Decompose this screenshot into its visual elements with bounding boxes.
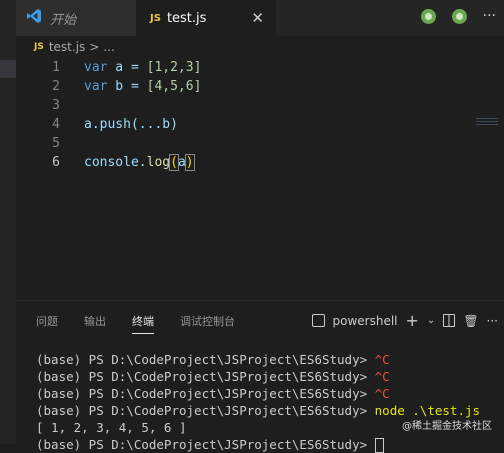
more-actions-icon[interactable]: ···	[483, 9, 496, 24]
command: ^C	[374, 369, 390, 384]
watermark: @稀土掘金技术社区	[402, 421, 492, 432]
editor-actions: ···	[420, 9, 496, 24]
code-text: console.	[84, 155, 147, 170]
array-literal: [4,5,6]	[146, 79, 202, 94]
minimap[interactable]	[476, 118, 498, 134]
js-file-icon: JS	[34, 42, 44, 52]
code-line: 6 console.log(a)	[16, 153, 504, 172]
chevron-down-icon[interactable]: ⌄	[427, 315, 435, 326]
line-number: 3	[52, 98, 60, 113]
bracket: (	[169, 154, 179, 171]
code-line: 1 var a = [1,2,3]	[16, 58, 504, 77]
trash-icon[interactable]: 🗑	[463, 314, 478, 328]
shell-name[interactable]: powershell	[333, 314, 398, 328]
prompt: (base) PS D:\CodeProject\JSProject\ES6St…	[36, 369, 375, 384]
array-literal: [1,2,3]	[146, 60, 202, 75]
line-number: 6	[52, 155, 60, 170]
prompt: (base) PS D:\CodeProject\JSProject\ES6St…	[36, 386, 375, 401]
function-name: log	[146, 155, 171, 170]
argument: a	[177, 155, 186, 170]
extension-icon[interactable]	[420, 9, 436, 24]
code-line: 2 var b = [4,5,6]	[16, 77, 504, 96]
line-number: 5	[52, 136, 60, 151]
command: node .\test.js	[374, 403, 481, 418]
close-icon[interactable]: ✕	[251, 9, 264, 27]
terminal-icon	[311, 314, 325, 327]
tab-test-js[interactable]: JS test.js ✕	[136, 0, 276, 36]
tab-start[interactable]: 开始	[16, 0, 136, 36]
extension-icon[interactable]	[451, 9, 467, 24]
breadcrumb: JS test.js > ...	[16, 36, 504, 58]
selected-item	[0, 60, 16, 78]
line-number: 1	[52, 60, 60, 75]
split-icon[interactable]	[443, 314, 456, 327]
activity-strip	[0, 0, 16, 444]
terminal-line: (base) PS D:\CodeProject\JSProject\ES6St…	[36, 385, 500, 402]
prompt: (base) PS D:\CodeProject\JSProject\ES6St…	[36, 352, 375, 367]
tab-label: test.js	[166, 10, 207, 26]
breadcrumb-separator: >	[89, 40, 100, 54]
cursor	[374, 438, 384, 453]
plus-icon[interactable]: +	[406, 311, 419, 330]
bottom-panel: 问题 输出 终端 调试控制台 powershell + ⌄ 🗑 ··· (bas…	[16, 300, 504, 453]
command: ^C	[374, 352, 390, 367]
panel-toolbar: powershell + ⌄ 🗑 ···	[311, 311, 498, 330]
panel-tabs: 问题 输出 终端 调试控制台	[36, 313, 235, 334]
terminal-line: (base) PS D:\CodeProject\JSProject\ES6St…	[36, 436, 500, 453]
terminal-line: (base) PS D:\CodeProject\JSProject\ES6St…	[36, 351, 500, 368]
code-text: a.push(...b)	[84, 117, 178, 132]
line-number: 2	[52, 79, 60, 94]
code-text: a =	[107, 60, 147, 75]
breadcrumb-rest[interactable]: ...	[103, 40, 114, 54]
code-line: 3	[16, 96, 504, 115]
tab-debug-console[interactable]: 调试控制台	[180, 313, 235, 334]
more-icon[interactable]: ···	[487, 314, 498, 328]
tab-problems[interactable]: 问题	[36, 313, 58, 334]
code-line: 4 a.push(...b)	[16, 115, 504, 134]
breadcrumb-file[interactable]: test.js	[49, 40, 85, 54]
command: ^C	[374, 386, 390, 401]
terminal-output[interactable]: (base) PS D:\CodeProject\JSProject\ES6St…	[36, 351, 500, 453]
vscode-icon	[26, 8, 42, 28]
tab-terminal[interactable]: 终端	[132, 313, 154, 334]
prompt: (base) PS D:\CodeProject\JSProject\ES6St…	[36, 437, 375, 452]
code-editor[interactable]: 1 var a = [1,2,3] 2 var b = [4,5,6] 3 4 …	[16, 58, 504, 290]
js-file-icon: JS	[150, 12, 161, 24]
keyword: var	[84, 60, 108, 75]
tab-label: 开始	[50, 12, 77, 28]
keyword: var	[84, 79, 108, 94]
code-line: 5	[16, 134, 504, 153]
line-number: 4	[52, 117, 60, 132]
code-text: b =	[107, 79, 147, 94]
tab-bar: 开始 JS test.js ✕ ···	[16, 0, 504, 36]
bracket: )	[184, 154, 195, 171]
tab-output[interactable]: 输出	[84, 313, 106, 334]
terminal-line: (base) PS D:\CodeProject\JSProject\ES6St…	[36, 368, 500, 385]
prompt: (base) PS D:\CodeProject\JSProject\ES6St…	[36, 403, 375, 418]
